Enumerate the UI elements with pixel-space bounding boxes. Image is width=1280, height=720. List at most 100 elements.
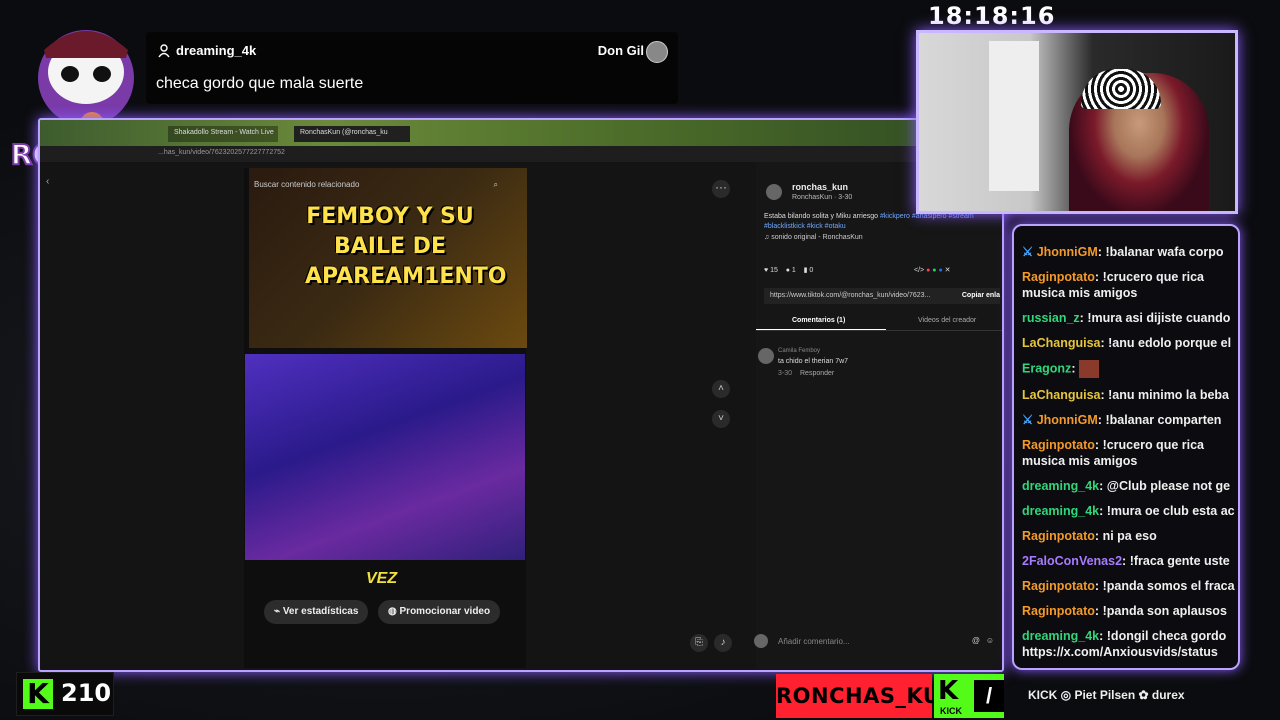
chat-message: russian_z: !mura asi dijiste cuando: [1022, 311, 1231, 325]
sword-badge-icon: ⚔: [1022, 245, 1037, 259]
share-icons[interactable]: </> ● ● ● ✕: [914, 266, 951, 274]
notification-target: Don Gil: [597, 43, 644, 58]
chat-text: !balanar wafa corpo: [1105, 245, 1224, 259]
related-search-input[interactable]: Buscar contenido relacionado ⌕: [254, 180, 504, 196]
video-description: Estaba bilando solita y Miku arriesgo #k…: [764, 213, 974, 230]
chat-message: Eragonz:: [1022, 356, 1236, 383]
chat-message: Raginpotato: !crucero que rica musica mi…: [1022, 438, 1204, 468]
chat-message: LaChanguisa: !anu minimo la beba: [1022, 388, 1229, 402]
comment-author[interactable]: Camila Femboy: [778, 348, 820, 354]
chat-username[interactable]: dreaming_4k: [1022, 504, 1099, 518]
more-options-icon[interactable]: ···: [712, 180, 730, 198]
mention-icon[interactable]: @: [972, 636, 980, 645]
chat-message: Raginpotato: !panda somos el fraca: [1022, 579, 1235, 593]
channel-name-banner: RONCHAS_KUN: [776, 674, 958, 718]
copy-icon[interactable]: ⎘: [690, 634, 708, 652]
chat-username[interactable]: Raginpotato: [1022, 438, 1095, 452]
commenter-avatar[interactable]: [758, 348, 774, 364]
bookmark-icon[interactable]: ▮: [804, 267, 808, 274]
follower-count: 210: [61, 679, 112, 707]
chat-message: 2FaloConVenas2: !fraca gente uste: [1022, 554, 1230, 568]
chat-username[interactable]: Raginpotato: [1022, 270, 1095, 284]
chat-message: dreaming_4k: !mura oe club esta ac: [1022, 504, 1235, 518]
user-icon: [158, 44, 170, 58]
comment-item: Camila Femboy ta chido el therian 7w7 3-…: [756, 348, 1002, 388]
chat-text: !panda son aplausos: [1102, 604, 1227, 618]
webcam-overlay: [916, 30, 1238, 214]
emoji-icon[interactable]: ☺: [986, 636, 994, 645]
sponsor-logos: KICK ◎ Piet Pilsen ✿ durex: [1028, 688, 1185, 702]
notification-message: checa gordo que mala suerte: [156, 75, 364, 92]
chat-text: !anu edolo porque el: [1108, 336, 1232, 350]
chat-message: Raginpotato: !crucero que rica musica mi…: [1022, 270, 1204, 300]
video-caption: VEZ: [366, 570, 398, 587]
video-link-field[interactable]: https://www.tiktok.com/@ronchas_kun/vide…: [764, 288, 1000, 304]
chat-username[interactable]: Raginpotato: [1022, 579, 1095, 593]
chat-messages: ⚔ JhonniGM: !balanar wafa corpo Raginpota…: [1022, 240, 1236, 665]
reply-link[interactable]: Responder: [800, 370, 834, 377]
chat-username[interactable]: russian_z: [1022, 311, 1080, 325]
kick-icon: K: [23, 679, 53, 709]
slash-icon: /: [974, 680, 1004, 712]
sound-link[interactable]: ♫ sonido original - RonchasKun: [764, 234, 863, 241]
screen-capture-frame: Shakadollo Stream - Watch Live RonchasKu…: [38, 118, 1004, 672]
comment-input[interactable]: Añadir comentario... @ ☺: [754, 632, 1002, 652]
chevron-up-icon[interactable]: ˄: [712, 380, 730, 398]
chat-username[interactable]: Eragonz: [1022, 361, 1071, 375]
tab-comments[interactable]: Comentarios (1): [792, 317, 845, 324]
clock: 18:18:16: [928, 2, 1056, 30]
tiktok-page: ‹ FEMBOY Y SU BAILE DE APAREAM1ENTO Busc…: [40, 162, 1002, 670]
chat-username[interactable]: Raginpotato: [1022, 529, 1095, 543]
saves-count: 0: [809, 267, 814, 274]
emote-icon: [1078, 360, 1099, 378]
chat-message: LaChanguisa: !anu edolo porque el: [1022, 336, 1232, 350]
shelf: [989, 41, 1039, 191]
kick-badge: K KICK /: [934, 674, 1004, 718]
comment-icon[interactable]: ●: [786, 267, 790, 274]
chat-username[interactable]: LaChanguisa: [1022, 336, 1101, 350]
video-frame: [245, 354, 525, 560]
chat-panel: ⚔ JhonniGM: !balanar wafa corpo Raginpota…: [1012, 224, 1240, 670]
comments-tabs: Comentarios (1) Videos del creador: [756, 314, 1002, 331]
copy-link-button[interactable]: Copiar enla: [962, 292, 1000, 299]
chart-icon: ⌁: [274, 606, 283, 617]
address-bar[interactable]: ...has_kun/video/7623202577227772752: [40, 146, 1002, 162]
chat-username[interactable]: dreaming_4k: [1022, 629, 1099, 643]
chat-notification: dreaming_4k Don Gil checa gordo que mala…: [146, 32, 678, 104]
comment-date: 3-30: [778, 370, 793, 377]
chat-text: !panda somos el fraca: [1102, 579, 1235, 593]
author-avatar[interactable]: [766, 184, 782, 200]
chat-message: dreaming_4k: @Club please not ge: [1022, 479, 1231, 493]
chat-username[interactable]: LaChanguisa: [1022, 388, 1101, 402]
flame-icon: ◍: [388, 606, 400, 617]
chat-username[interactable]: JhonniGM: [1037, 245, 1098, 259]
likes-count: 15: [770, 267, 778, 274]
view-stats-button[interactable]: ⌁ Ver estadísticas: [264, 600, 369, 624]
chat-message: Raginpotato: ni pa eso: [1022, 529, 1157, 543]
chat-username[interactable]: dreaming_4k: [1022, 479, 1099, 493]
volume-icon[interactable]: ♪: [714, 634, 732, 652]
follower-counter: K 210: [16, 672, 114, 716]
heart-icon[interactable]: ♥: [764, 267, 768, 274]
chat-text: !anu minimo la beba: [1108, 388, 1229, 402]
chat-text: ni pa eso: [1102, 529, 1157, 543]
back-arrow-icon[interactable]: ‹: [46, 176, 49, 187]
video-player[interactable]: FEMBOY Y SU BAILE DE APAREAM1ENTO Buscar…: [244, 168, 527, 668]
promote-video-button[interactable]: ◍ Promocionar video: [378, 600, 501, 624]
tab-creator-videos[interactable]: Videos del creador: [918, 317, 976, 324]
thumbnail-title: FEMBOY Y SU BAILE DE APAREAM1ENTO: [305, 204, 507, 289]
chat-message: ⚔ JhonniGM: !balanar comparten: [1022, 413, 1222, 427]
chat-username[interactable]: 2FaloConVenas2: [1022, 554, 1122, 568]
avatar: [646, 41, 668, 63]
chat-username[interactable]: Raginpotato: [1022, 604, 1095, 618]
chevron-down-icon[interactable]: ˅: [712, 410, 730, 428]
comments-count: 1: [791, 267, 796, 274]
search-icon[interactable]: ⌕: [494, 180, 498, 190]
chat-username[interactable]: JhonniGM: [1037, 413, 1098, 427]
author-handle[interactable]: ronchas_kun: [792, 182, 848, 192]
chat-text: !mura oe club esta ac: [1106, 504, 1235, 518]
browser-tab[interactable]: Shakadollo Stream - Watch Live: [168, 126, 278, 142]
sword-badge-icon: ⚔: [1022, 413, 1037, 427]
chat-text: !balanar comparten: [1105, 413, 1222, 427]
browser-tab-active[interactable]: RonchasKun (@ronchas_ku: [294, 126, 410, 142]
